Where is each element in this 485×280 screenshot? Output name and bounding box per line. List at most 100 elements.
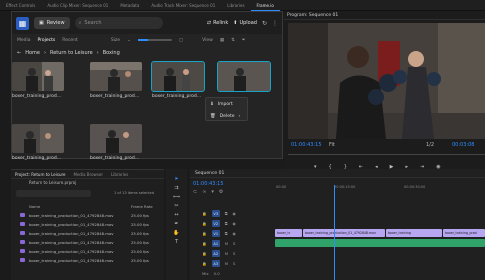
project-search-input[interactable] (16, 190, 91, 197)
video-clip[interactable]: boxer_training_production_01_4792848.mov (303, 229, 385, 237)
asset-thumbnail (151, 61, 205, 92)
relink-button[interactable]: ⇄ Relink (207, 20, 228, 26)
track-name[interactable]: A3 (211, 260, 220, 267)
lock-icon[interactable]: 🔒 (202, 241, 207, 246)
sync-icon[interactable]: ⧉ (225, 221, 228, 226)
upload-button[interactable]: ⬆ Upload (233, 20, 257, 26)
lock-icon[interactable]: 🔒 (202, 261, 207, 266)
ripple-edit-icon[interactable]: ⟺ (173, 194, 180, 200)
filter-icon[interactable]: ⏷ (242, 37, 246, 43)
mute-icon[interactable]: M (225, 261, 228, 266)
pen-icon[interactable]: ✒ (174, 221, 178, 227)
menu-item-import-label: Import (217, 101, 233, 107)
track-name[interactable]: V1 (211, 230, 220, 237)
razor-icon[interactable]: ✂ (174, 203, 178, 209)
video-clip[interactable]: boxer_tr (275, 229, 302, 237)
eye-icon[interactable]: ◉ (232, 231, 235, 236)
video-clip[interactable]: boxer_training_prod (443, 229, 485, 237)
track-name[interactable]: A2 (211, 250, 220, 257)
project-row[interactable]: boxer_training_production_01_4792848.mov… (11, 229, 164, 237)
tab-metadata[interactable]: Metadata (114, 0, 145, 11)
mute-icon[interactable]: M (225, 251, 228, 256)
solo-icon[interactable]: S (233, 261, 235, 266)
tab-libraries[interactable]: Libraries (111, 172, 128, 177)
menu-item-import[interactable]: ⬇ Import (206, 98, 247, 110)
playhead[interactable] (334, 185, 335, 280)
eye-icon[interactable]: ◉ (232, 221, 235, 226)
sort-icon[interactable]: ⇅ (231, 38, 235, 43)
project-row[interactable]: boxer_training_production_01_4792848.mov… (11, 211, 164, 219)
tab-media-browser[interactable]: Media Browser (74, 172, 104, 177)
lock-icon[interactable]: 🔒 (202, 231, 207, 236)
tab-libraries[interactable]: Libraries (221, 0, 250, 11)
tab-audio-clip-mixer[interactable]: Audio Clip Mixer: Sequence 01 (41, 0, 114, 11)
tab-media[interactable]: Media (17, 38, 31, 43)
project-row[interactable]: boxer_training_production_01_4792848.mov… (11, 238, 164, 246)
selection-tool-icon[interactable]: ➤ (174, 176, 178, 182)
program-video-frame (288, 23, 485, 139)
eye-icon[interactable]: ◉ (232, 211, 235, 216)
hand-icon[interactable]: ✋ (173, 230, 179, 236)
video-clip[interactable]: boxer_training (386, 229, 442, 237)
asset-tile[interactable]: boxer_training_prod... (12, 62, 64, 99)
size-slider[interactable] (137, 39, 172, 41)
program-scrubber[interactable] (288, 154, 485, 155)
breadcrumb-home[interactable]: Home (25, 50, 40, 56)
lock-icon[interactable]: 🔒 (202, 211, 207, 216)
sync-icon[interactable]: ⧉ (225, 231, 228, 236)
resolution-dropdown[interactable]: 1/2 (426, 142, 434, 148)
tab-effect-controls[interactable]: Effect Controls (0, 0, 41, 11)
project-row[interactable]: boxer_training_production_01_4792848.mov… (11, 256, 164, 264)
add-marker-icon[interactable]: ▾ (211, 189, 214, 195)
track-v2: 🔒 V2 ⧉ ◉ (190, 219, 485, 228)
frameio-toolbar: ▦ ▣ Review ⌕ Search ⇄ Relink ⬆ Upload ↻ … (12, 12, 282, 34)
solo-icon[interactable]: S (233, 251, 235, 256)
timeline-timecode[interactable]: 01:00:43:15 (193, 181, 224, 187)
tab-frameio[interactable]: Frame.io (250, 0, 280, 11)
tab-recent[interactable]: Recent (62, 38, 78, 43)
menu-item-delete[interactable]: 🗑 Delete › (206, 110, 247, 122)
linked-selection-icon[interactable]: ∞ (202, 189, 206, 195)
sync-icon[interactable]: ⧉ (225, 211, 228, 216)
track-name[interactable]: A1 (211, 240, 220, 247)
project-row[interactable]: boxer_training_production_01_4792848.mov… (11, 220, 164, 228)
project-row[interactable]: boxer_training_production_01_4792848.mov… (11, 247, 164, 255)
back-arrow-icon[interactable]: ← (17, 50, 21, 56)
asset-tile[interactable]: boxer_training_prod... (90, 124, 142, 161)
lock-icon[interactable]: 🔒 (202, 221, 207, 226)
track-select-icon[interactable]: ⇉ (174, 185, 178, 191)
track-name[interactable]: V2 (211, 220, 220, 227)
audio-clip[interactable] (275, 239, 485, 247)
view-grid-icon[interactable]: ▦ (220, 38, 224, 43)
breadcrumb-project[interactable]: Return to Leisure (50, 50, 93, 56)
track-name[interactable]: V3 (211, 210, 220, 217)
grid-app-icon[interactable]: ▦ (16, 16, 29, 30)
tab-project[interactable]: Project: Return to Leisure (15, 172, 66, 177)
mix-value[interactable]: 0.0 (214, 271, 220, 276)
search-input[interactable]: ⌕ Search (74, 17, 163, 29)
asset-tile[interactable]: boxer_training_prod... (90, 62, 142, 99)
tab-audio-track-mixer[interactable]: Audio Track Mixer: Sequence 01 (145, 0, 221, 11)
snap-icon[interactable]: ⊂ (193, 189, 197, 195)
tab-projects[interactable]: Projects (38, 38, 56, 43)
track-v1: 🔒 V1 ⧉ ◉ boxer_tr boxer_training_production… (190, 229, 485, 238)
slip-tool-icon[interactable]: ↔ (174, 212, 178, 218)
asset-tile[interactable]: boxer_training_prod... (151, 61, 205, 99)
more-icon[interactable]: ⋮ (272, 20, 278, 27)
column-name[interactable]: Name (29, 204, 40, 209)
asset-tile[interactable] (217, 61, 271, 92)
fit-dropdown[interactable]: Fit (329, 142, 335, 148)
lock-icon[interactable]: 🔒 (202, 251, 207, 256)
review-button[interactable]: ▣ Review (34, 17, 70, 29)
column-frame-rate[interactable]: Frame Rate (131, 204, 153, 209)
solo-icon[interactable]: S (233, 241, 235, 246)
wrench-icon[interactable]: ⚙ (219, 189, 223, 195)
mute-icon[interactable]: M (225, 241, 228, 246)
asset-tile[interactable]: boxer_training_prod... (12, 124, 64, 161)
square-icon[interactable]: ▢ (179, 38, 183, 43)
type-tool-icon[interactable]: T (175, 239, 178, 245)
timeline-ruler[interactable]: 00:00 00:00:15:00 00:00:30:00 (274, 185, 485, 195)
project-panel: Project: Return to Leisure Media Browser… (11, 169, 164, 280)
program-timecode[interactable]: 01:00:43:15 (291, 142, 322, 148)
refresh-icon[interactable]: ↻ (262, 20, 267, 27)
